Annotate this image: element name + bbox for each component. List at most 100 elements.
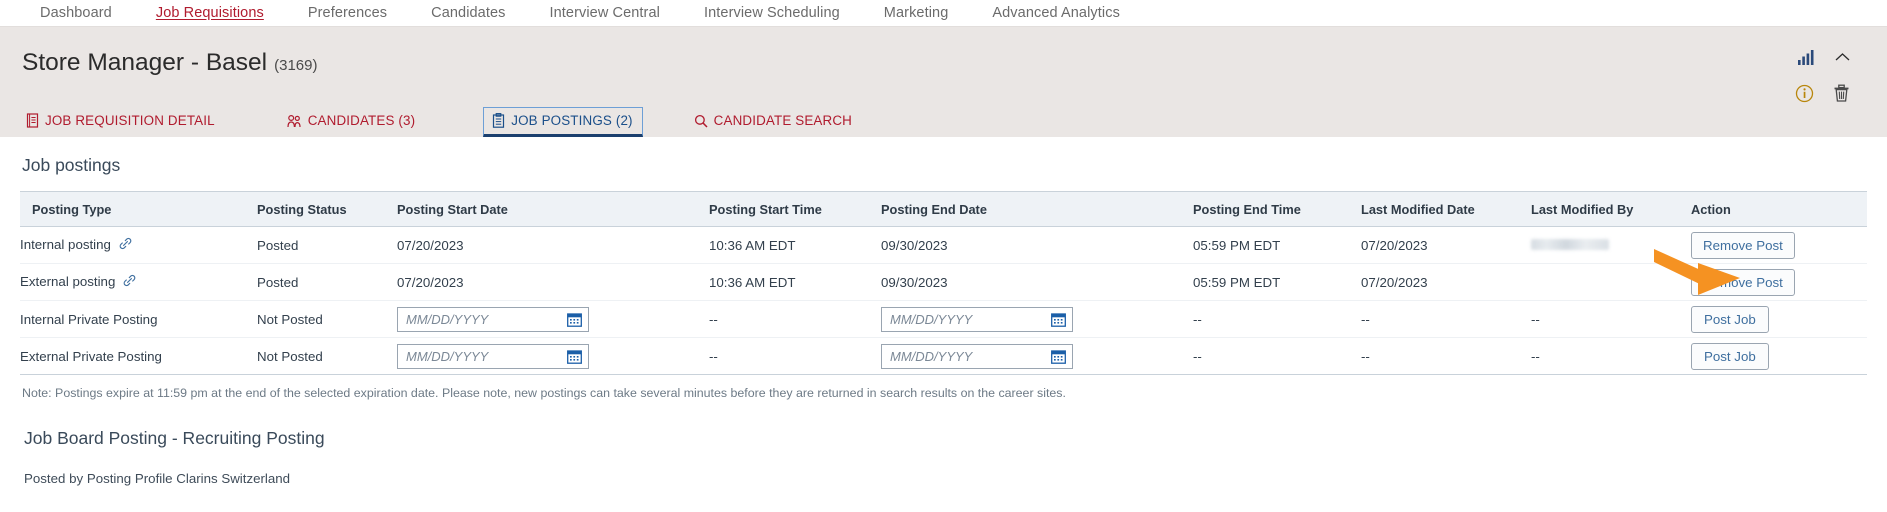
tab-label: JOB REQUISITION DETAIL xyxy=(45,113,215,128)
cell-posting-end-date xyxy=(881,337,1193,375)
link-icon[interactable] xyxy=(119,238,132,253)
calendar-icon[interactable] xyxy=(567,349,582,364)
clipboard-icon xyxy=(492,113,505,128)
cell-posting-type: Internal Private Posting xyxy=(20,300,257,338)
cell-posting-type: Internal posting xyxy=(20,226,257,264)
cell-posting-status: Not Posted xyxy=(257,300,397,338)
document-icon xyxy=(26,113,39,128)
calendar-icon[interactable] xyxy=(1051,349,1066,364)
table-row: External Private Posting Not Posted -- -- --… xyxy=(20,337,1867,375)
tab-candidate-search[interactable]: CANDIDATE SEARCH xyxy=(690,108,862,137)
job-board-posting-title: Job Board Posting - Recruiting Posting xyxy=(24,428,325,448)
cell-last-modified-date: 07/20/2023 xyxy=(1361,263,1531,301)
chevron-up-icon[interactable] xyxy=(1834,52,1851,64)
cell-posting-start-time: -- xyxy=(709,300,881,338)
cell-posting-end-time: -- xyxy=(1193,337,1361,375)
remove-post-button[interactable]: Remove Post xyxy=(1691,231,1795,259)
cell-last-modified-date: 07/20/2023 xyxy=(1361,226,1531,264)
cell-posting-status: Posted xyxy=(257,263,397,301)
header-icons-bottom xyxy=(1795,83,1851,103)
cell-posting-end-date: 09/30/2023 xyxy=(881,226,1193,264)
tab-label: CANDIDATE SEARCH xyxy=(713,113,852,128)
calendar-icon[interactable] xyxy=(1051,312,1066,327)
column-header-last-modified-date: Last Modified Date xyxy=(1361,191,1531,227)
people-icon xyxy=(287,114,302,128)
info-icon[interactable] xyxy=(1795,84,1814,103)
posting-start-date-field[interactable] xyxy=(397,306,589,332)
posting-start-date-input[interactable] xyxy=(398,344,588,368)
cell-last-modified-date: -- xyxy=(1361,300,1531,338)
column-header-posting-start-time: Posting Start Time xyxy=(709,191,881,227)
calendar-icon[interactable] xyxy=(567,312,582,327)
column-header-posting-start-date: Posting Start Date xyxy=(397,191,709,227)
cell-posting-start-date xyxy=(397,337,709,375)
table-row: External posting Posted 07/20/2023 10:36 AM… xyxy=(20,263,1867,301)
nav-item-marketing[interactable]: Marketing xyxy=(862,5,971,21)
posting-start-date-input[interactable] xyxy=(398,307,588,331)
cell-posting-start-date: 07/20/2023 xyxy=(397,263,709,301)
nav-item-dashboard[interactable]: Dashboard xyxy=(18,5,134,21)
nav-item-advanced-analytics[interactable]: Advanced Analytics xyxy=(970,5,1142,21)
cell-posting-status: Not Posted xyxy=(257,337,397,375)
cell-last-modified-by: -- xyxy=(1531,300,1691,338)
column-header-action: Action xyxy=(1691,191,1867,227)
cell-posting-start-time: -- xyxy=(709,337,881,375)
posting-end-date-field[interactable] xyxy=(881,343,1073,369)
column-header-posting-status: Posting Status xyxy=(257,191,397,227)
nav-item-interview-central[interactable]: Interview Central xyxy=(527,5,682,21)
requisition-id: (3169) xyxy=(274,57,318,74)
column-header-posting-end-date: Posting End Date xyxy=(881,191,1193,227)
cell-posting-end-date xyxy=(881,300,1193,338)
requisition-header: Store Manager - Basel (3169) JOB REQUISI… xyxy=(0,27,1887,137)
posting-end-date-field[interactable] xyxy=(881,306,1073,332)
cell-posting-start-time: 10:36 AM EDT xyxy=(709,226,881,264)
cell-posting-type: External posting xyxy=(20,263,257,301)
bar-chart-icon[interactable] xyxy=(1797,49,1816,66)
cell-last-modified-by: -- xyxy=(1531,337,1691,375)
trash-icon[interactable] xyxy=(1832,83,1851,103)
search-icon xyxy=(694,114,708,128)
link-icon[interactable] xyxy=(123,275,136,290)
job-postings-panel: Job postings Posting Type Posting Status P… xyxy=(0,137,1887,486)
posting-end-date-input[interactable] xyxy=(882,344,1072,368)
tab-label: JOB POSTINGS (2) xyxy=(511,113,633,128)
posting-type-label: Internal posting xyxy=(20,236,111,252)
tab-job-postings-2[interactable]: JOB POSTINGS (2) xyxy=(483,107,643,137)
column-header-last-modified-by: Last Modified By xyxy=(1531,191,1691,227)
cell-last-modified-by xyxy=(1531,226,1691,264)
table-header-row: Posting Type Posting Status Posting Start … xyxy=(20,191,1867,227)
posting-start-date-field[interactable] xyxy=(397,343,589,369)
tab-candidates-3[interactable]: CANDIDATES (3) xyxy=(283,108,426,137)
job-postings-table: Posting Type Posting Status Posting Start … xyxy=(20,191,1867,375)
cell-posting-end-date: 09/30/2023 xyxy=(881,263,1193,301)
nav-item-preferences[interactable]: Preferences xyxy=(286,5,409,21)
cell-posting-end-time: 05:59 PM EDT xyxy=(1193,263,1361,301)
nav-item-job-requisitions[interactable]: Job Requisitions xyxy=(134,5,286,21)
tab-label: CANDIDATES (3) xyxy=(307,113,416,128)
tab-job-requisition-detail[interactable]: JOB REQUISITION DETAIL xyxy=(22,108,225,137)
section-title: Job postings xyxy=(22,155,121,175)
post-job-button[interactable]: Post Job xyxy=(1691,305,1769,333)
cell-posting-status: Posted xyxy=(257,226,397,264)
nav-item-candidates[interactable]: Candidates xyxy=(409,5,527,21)
posting-type-label: External Private Posting xyxy=(20,348,162,364)
nav-item-interview-scheduling[interactable]: Interview Scheduling xyxy=(682,5,862,21)
post-job-button[interactable]: Post Job xyxy=(1691,342,1769,370)
posting-type-label: External posting xyxy=(20,273,116,289)
page-title: Store Manager - Basel xyxy=(22,49,268,76)
remove-post-button[interactable]: Remove Post xyxy=(1691,268,1795,296)
cell-posting-end-time: 05:59 PM EDT xyxy=(1193,226,1361,264)
table-row: Internal Private PostingNot Posted------… xyxy=(20,300,1867,338)
posting-type-label: Internal Private Posting xyxy=(20,311,158,327)
cell-posting-start-date: 07/20/2023 xyxy=(397,226,709,264)
header-icons-top xyxy=(1797,49,1851,66)
posting-end-date-input[interactable] xyxy=(882,307,1072,331)
cell-action: Remove Post xyxy=(1691,263,1867,301)
cell-posting-start-date xyxy=(397,300,709,338)
cell-action: Remove Post xyxy=(1691,226,1867,264)
global-navigation-bar: Dashboard Job Requisitions Preferences Cand… xyxy=(0,0,1887,27)
cell-action: Post Job xyxy=(1691,300,1867,338)
table-row: Internal posting Posted 07/20/2023 10:36 AM… xyxy=(20,226,1867,264)
postings-note: Note: Postings expire at 11:59 pm at the… xyxy=(22,386,1066,400)
table-body: Internal posting Posted 07/20/2023 10:36 AM… xyxy=(20,226,1867,375)
